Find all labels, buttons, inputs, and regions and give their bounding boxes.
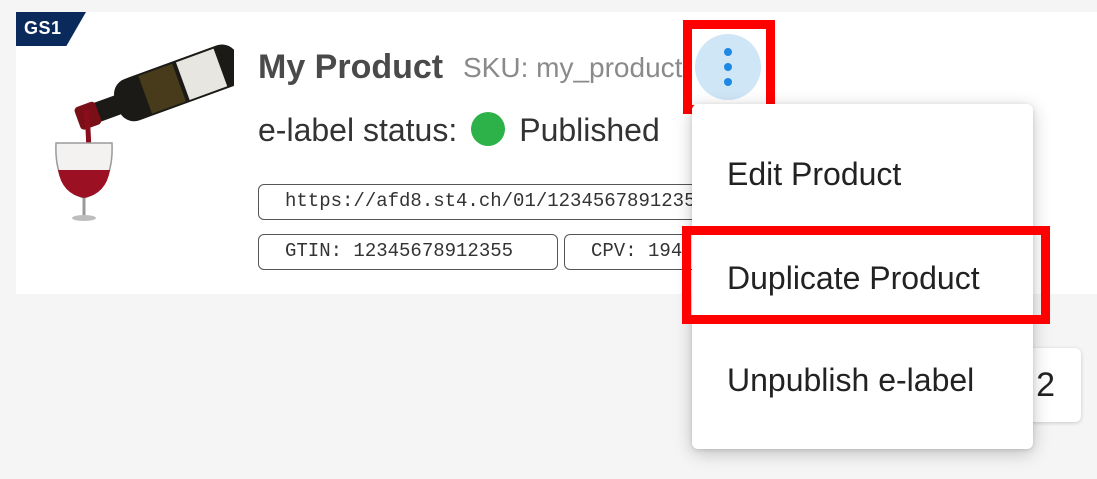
status-published-icon xyxy=(471,112,506,146)
menu-item-duplicate-product[interactable]: Duplicate Product xyxy=(692,238,1033,318)
elabel-status-value: Published xyxy=(519,112,660,148)
more-vert-icon-dot xyxy=(724,78,732,86)
menu-item-edit-product[interactable]: Edit Product xyxy=(692,134,1033,214)
gs1-badge-label: GS1 xyxy=(24,18,62,38)
page: GS1 My Product SKU: my_product e-label s… xyxy=(0,0,1097,479)
elabel-url-chip[interactable]: https://afd8.st4.ch/01/12345678912355 xyxy=(258,184,710,220)
gtin-chip[interactable]: GTIN: 12345678912355 xyxy=(258,234,558,270)
more-vert-icon-dot xyxy=(724,63,732,71)
product-name[interactable]: My Product xyxy=(258,48,443,87)
wine-product-image xyxy=(55,44,234,221)
product-actions-menu: Edit Product Duplicate Product Unpublish… xyxy=(692,104,1033,449)
elabel-status: e-label status: Published xyxy=(258,112,660,149)
more-actions-button[interactable] xyxy=(695,34,761,100)
elabel-status-label: e-label status: xyxy=(258,112,458,148)
product-sku: SKU: my_product xyxy=(463,52,683,83)
more-vert-icon xyxy=(724,48,732,56)
menu-item-unpublish-elabel[interactable]: Unpublish e-label xyxy=(692,340,1033,420)
